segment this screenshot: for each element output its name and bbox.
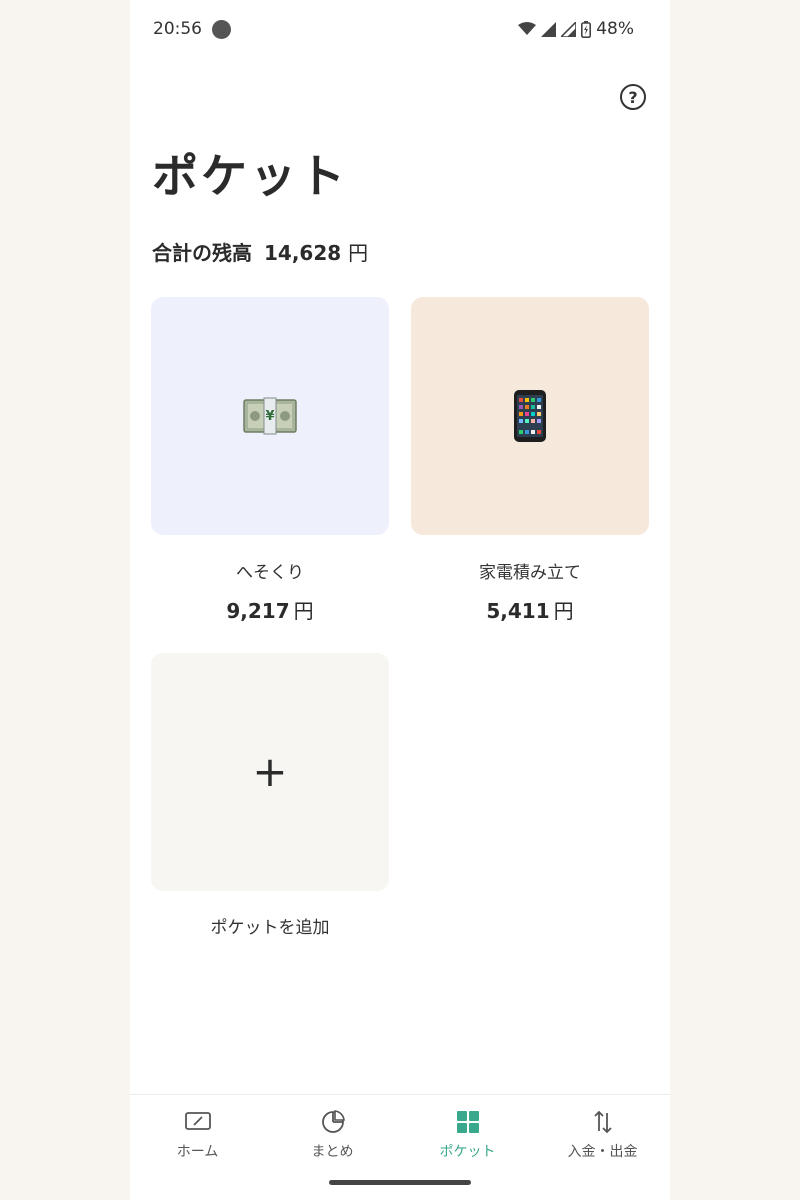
battery-icon [581,20,592,38]
home-indicator[interactable] [329,1180,471,1185]
wifi-icon [518,22,537,35]
nav-item-pockets[interactable]: ポケット [400,1107,535,1161]
signal-icon [561,21,577,37]
nav-label: まとめ [311,1144,354,1160]
add-pocket-button[interactable]: + [151,653,389,891]
add-pocket-label: ポケットを追加 [210,918,330,938]
total-balance-label: 合計の残高 [152,241,252,265]
pocket-name: 家電積み立て [479,563,581,583]
nav-item-deposit-withdraw[interactable]: 入金・出金 [535,1107,670,1161]
pocket-card-appliance-savings[interactable] [411,297,649,535]
pocket-amount: 5,411 円 [486,599,574,623]
grid-icon [456,1111,479,1133]
transfer-icon [593,1110,612,1134]
total-balance-unit: 円 [348,241,369,265]
svg-text:¥: ¥ [265,409,274,424]
nav-item-summary[interactable]: まとめ [265,1107,400,1161]
status-time: 20:56 [153,19,202,39]
money-icon: ¥ [243,397,297,435]
pocket-amount: 9,217 円 [226,599,314,623]
nav-label: ホーム [176,1144,219,1160]
signal-icon [541,21,557,37]
page-title: ポケット [152,149,348,203]
home-icon [184,1112,211,1130]
notification-dot-icon [212,19,231,39]
pocket-card-hesokuri[interactable]: ¥ [151,297,389,535]
app-screen: 20:56 48% ? ポケット 合計の残高 14,628 円 ¥ へそくり 9… [130,0,670,1200]
plus-icon: + [252,747,288,796]
battery-percent: 48% [596,19,634,39]
pocket-name: へそくり [236,563,304,583]
help-button[interactable]: ? [620,84,646,110]
nav-label: ポケット [439,1144,496,1160]
nav-label: 入金・出金 [567,1144,638,1160]
total-balance-amount: 14,628 [264,241,342,265]
help-icon: ? [628,87,638,107]
nav-item-home[interactable]: ホーム [130,1107,265,1161]
total-balance: 合計の残高 14,628 円 [152,237,368,266]
smartphone-icon [514,390,546,442]
pie-chart-icon [321,1110,345,1133]
status-bar: 20:56 48% [130,0,670,58]
